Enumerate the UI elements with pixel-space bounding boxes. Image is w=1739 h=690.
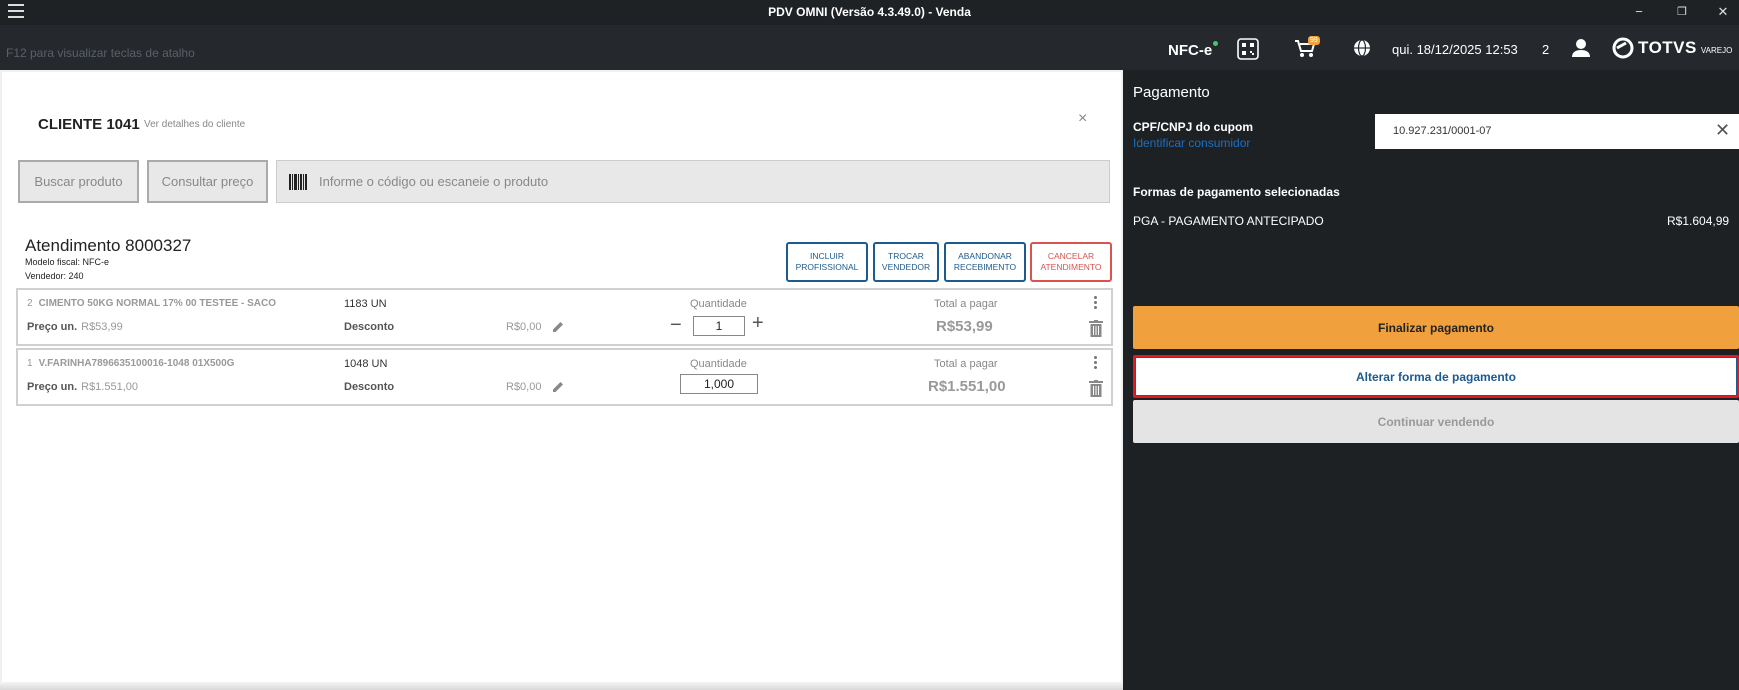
- client-title: CLIENTE 1041: [38, 116, 140, 133]
- nfce-label: NFC-e: [1168, 42, 1213, 59]
- top-toolbar: F12 para visualizar teclas de atalho NFC…: [0, 25, 1739, 70]
- modelo-fiscal: Modelo fiscal: NFC-e: [25, 257, 110, 267]
- quantity-label: Quantidade: [690, 358, 747, 370]
- product-search-field: [276, 160, 1110, 203]
- item-price: Preço un. R$1.551,00: [27, 381, 138, 393]
- product-search-input[interactable]: [319, 161, 1099, 202]
- total-label: Total a pagar: [934, 358, 998, 370]
- trash-icon[interactable]: [1089, 380, 1103, 397]
- close-window-button[interactable]: ✕: [1714, 3, 1732, 21]
- forms-label: Formas de pagamento selecionadas: [1133, 185, 1340, 199]
- title-bar: PDV OMNI (Versão 4.3.49.0) - Venda − ❐ ✕: [0, 0, 1739, 25]
- item-name: 2 CIMENTO 50KG NORMAL 17% 00 TESTEE - SAC…: [27, 298, 276, 309]
- client-details-link[interactable]: Ver detalhes do cliente: [144, 119, 245, 130]
- payment-form-name: PGA - PAGAMENTO ANTECIPADO: [1133, 214, 1324, 228]
- consultar-preco-button[interactable]: Consultar preço: [147, 160, 268, 203]
- identify-consumer-link[interactable]: Identificar consumidor: [1133, 136, 1250, 150]
- shortcut-hint: F12 para visualizar teclas de atalho: [6, 46, 195, 60]
- item-name: 1 V.FARINHA7896635100016-1048 01X500G: [27, 358, 234, 369]
- status-dot-icon: [1213, 41, 1219, 46]
- item-code: 1048 UN: [344, 358, 388, 370]
- restore-button[interactable]: ❐: [1673, 3, 1691, 21]
- globe-icon[interactable]: [1352, 38, 1376, 60]
- cpf-field[interactable]: 10.927.231/0001-07 ✕: [1375, 114, 1739, 149]
- user-count: 2: [1542, 42, 1550, 57]
- price-value: R$53,99: [81, 321, 123, 333]
- total-value: R$1.551,00: [928, 378, 1006, 395]
- qr-code-icon[interactable]: [1237, 38, 1261, 60]
- sale-panel: CLIENTE 1041 Ver detalhes do cliente × B…: [0, 70, 1123, 690]
- incluir-profissional-button[interactable]: INCLUIR PROFISSIONAL: [786, 242, 868, 282]
- cart-badge: 99: [1308, 36, 1320, 45]
- trocar-vendedor-button[interactable]: TROCAR VENDEDOR: [873, 242, 939, 282]
- nfce-status[interactable]: NFC-e: [1168, 41, 1219, 59]
- edit-discount-icon[interactable]: [551, 380, 565, 394]
- payment-title: Pagamento: [1133, 84, 1210, 101]
- bottom-divider: [0, 682, 1123, 690]
- item-code: 1183 UN: [344, 298, 387, 310]
- alterar-forma-pagamento-button[interactable]: Alterar forma de pagamento: [1133, 355, 1739, 398]
- increase-qty-button[interactable]: +: [752, 312, 764, 335]
- price-value: R$1.551,00: [81, 381, 139, 393]
- total-value: R$53,99: [936, 318, 993, 335]
- buscar-produto-button[interactable]: Buscar produto: [18, 160, 139, 203]
- brand-name: TOTVS: [1638, 38, 1697, 57]
- discount-label: Desconto: [344, 321, 395, 333]
- more-options-icon[interactable]: [1092, 296, 1098, 312]
- cancelar-atendimento-button[interactable]: CANCELAR ATENDIMENTO: [1030, 242, 1112, 282]
- client-close-icon[interactable]: ×: [1078, 110, 1087, 128]
- sale-item-row[interactable]: 2 CIMENTO 50KG NORMAL 17% 00 TESTEE - SAC…: [16, 288, 1113, 346]
- quantity-label: Quantidade: [690, 298, 747, 310]
- item-index: 2: [27, 298, 33, 309]
- continuar-vendendo-button[interactable]: Continuar vendendo: [1133, 400, 1739, 443]
- price-label: Preço un.: [27, 381, 78, 393]
- barcode-icon: [289, 174, 307, 190]
- clear-cpf-icon[interactable]: ✕: [1715, 120, 1730, 141]
- discount-value: R$0,00: [506, 321, 542, 333]
- user-icon[interactable]: [1572, 38, 1596, 60]
- discount-value: R$0,00: [506, 381, 542, 393]
- minimize-button[interactable]: −: [1630, 3, 1648, 21]
- totvs-logo-icon: [1612, 37, 1634, 59]
- item-name-text: CIMENTO 50KG NORMAL 17% 00 TESTEE - SACO: [38, 298, 277, 309]
- payment-panel: Pagamento CPF/CNPJ do cupom Identificar …: [1123, 70, 1739, 690]
- quantity-input[interactable]: 1: [693, 316, 745, 336]
- vendedor: Vendedor: 240: [25, 271, 84, 281]
- more-options-icon[interactable]: [1092, 356, 1098, 372]
- finalizar-pagamento-button[interactable]: Finalizar pagamento: [1133, 306, 1739, 349]
- cpf-label: CPF/CNPJ do cupom: [1133, 120, 1254, 134]
- edit-discount-icon[interactable]: [551, 320, 565, 334]
- window-title: PDV OMNI (Versão 4.3.49.0) - Venda: [768, 5, 971, 19]
- atendimento-area: Atendimento 8000327 Modelo fiscal: NFC-e…: [2, 226, 1121, 682]
- total-label: Total a pagar: [934, 298, 998, 310]
- abandonar-recebimento-button[interactable]: ABANDONAR RECEBIMENTO: [944, 242, 1026, 282]
- quantity-input[interactable]: 1,000: [680, 374, 758, 394]
- brand-logo: TOTVS VAREJO: [1612, 37, 1732, 59]
- decrease-qty-button[interactable]: −: [670, 314, 682, 337]
- cpf-value: 10.927.231/0001-07: [1393, 125, 1492, 137]
- brand-sub: VAREJO: [1700, 45, 1733, 55]
- cart-icon[interactable]: 99: [1294, 36, 1320, 60]
- sale-item-row[interactable]: 1 V.FARINHA7896635100016-1048 01X500G 104…: [16, 348, 1113, 406]
- item-price: Preço un. R$53,99: [27, 321, 123, 333]
- datetime: qui. 18/12/2025 12:53: [1392, 42, 1518, 57]
- item-index: 1: [27, 358, 33, 369]
- price-label: Preço un.: [27, 321, 78, 333]
- item-name-text: V.FARINHA7896635100016-1048 01X500G: [38, 358, 235, 369]
- atendimento-title: Atendimento 8000327: [25, 236, 192, 255]
- trash-icon[interactable]: [1089, 320, 1103, 337]
- payment-form-value: R$1.604,99: [1667, 214, 1730, 228]
- discount-label: Desconto: [344, 381, 395, 393]
